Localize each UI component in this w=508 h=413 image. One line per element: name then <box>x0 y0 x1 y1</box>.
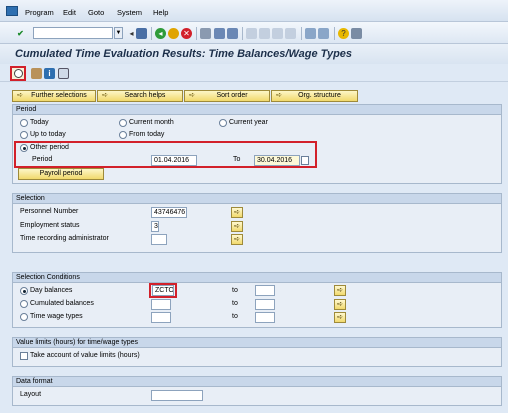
time-wage-types-input[interactable] <box>151 312 171 323</box>
day-balances-multiple-selection[interactable]: ➪ <box>334 285 346 296</box>
radio-from-today[interactable] <box>119 131 127 139</box>
radio-current-month[interactable] <box>119 119 127 127</box>
time-wage-types-to-input[interactable] <box>255 312 275 323</box>
exit-icon[interactable] <box>168 28 179 39</box>
page-title: Cumulated Time Evaluation Results: Time … <box>15 48 353 60</box>
label-personnel-number: Personnel Number <box>20 208 79 215</box>
payroll-period-button[interactable]: Payroll period <box>18 168 104 180</box>
shortcut-icon[interactable] <box>318 28 329 39</box>
layout-menu-icon[interactable] <box>351 28 362 39</box>
help-icon[interactable]: ? <box>338 28 349 39</box>
label-day-balances: Day balances <box>30 287 73 294</box>
calendar-icon[interactable] <box>301 156 309 165</box>
menu-bar: Program Edit Goto System Help <box>0 0 508 22</box>
label-day-balances-to: to <box>232 287 238 294</box>
period-from-input[interactable]: 01.04.2016 <box>151 155 197 166</box>
check-icon[interactable]: ✔ <box>15 28 26 39</box>
tab-search-helps[interactable]: ➪ Search helps <box>97 90 183 102</box>
save-icon[interactable] <box>136 28 147 39</box>
radio-other-period[interactable] <box>20 144 28 152</box>
label-from-today: From today <box>129 131 165 138</box>
label-other-period: Other period <box>30 144 69 151</box>
label-cumulated-balances: Cumulated balances <box>30 300 94 307</box>
info-icon[interactable]: i <box>44 68 55 79</box>
label-time-wage-types-to: to <box>232 313 238 320</box>
employment-status-multiple-selection[interactable]: ➪ <box>231 221 243 232</box>
sap-menu-icon[interactable] <box>6 6 18 16</box>
cumulated-balances-input[interactable] <box>151 299 171 310</box>
selection-header: Selection <box>12 193 502 204</box>
value-limits-header: Value limits (hours) for time/wage types <box>12 337 502 348</box>
label-time-wage-types: Time wage types <box>30 313 83 320</box>
print-icon[interactable] <box>200 28 211 39</box>
time-wage-types-multiple-selection[interactable]: ➪ <box>334 312 346 323</box>
radio-time-wage-types[interactable] <box>20 313 28 321</box>
label-cumulated-balances-to: to <box>232 300 238 307</box>
find-next-icon[interactable] <box>227 28 238 39</box>
menu-goto[interactable]: Goto <box>88 8 104 17</box>
execute-icon[interactable] <box>10 66 26 81</box>
time-admin-input[interactable] <box>151 234 167 245</box>
label-period: Period <box>32 156 53 163</box>
menu-edit[interactable]: Edit <box>63 8 76 17</box>
value-limits-checkbox[interactable] <box>20 352 28 360</box>
label-value-limits: Take account of value limits (hours) <box>30 352 140 359</box>
label-up-to-today: Up to today <box>30 131 66 138</box>
label-current-month: Current month <box>129 119 174 126</box>
time-admin-multiple-selection[interactable]: ➪ <box>231 234 243 245</box>
command-dropdown[interactable]: ▼ <box>114 27 123 39</box>
radio-cumulated-balances[interactable] <box>20 300 28 308</box>
personnel-number-input[interactable]: 43746476 <box>151 207 187 218</box>
radio-current-year[interactable] <box>219 119 227 127</box>
back-icon[interactable]: ◂ <box>155 28 166 39</box>
title-bar: Cumulated Time Evaluation Results: Time … <box>0 44 508 64</box>
find-icon[interactable] <box>214 28 225 39</box>
selection-options-icon[interactable] <box>58 68 69 79</box>
label-to: To <box>233 156 241 163</box>
data-format-header: Data format <box>12 376 502 387</box>
cumulated-balances-to-input[interactable] <box>255 299 275 310</box>
label-layout: Layout <box>20 391 42 398</box>
tab-sort-order[interactable]: ➪ Sort order <box>184 90 270 102</box>
previous-page-icon[interactable] <box>259 28 270 39</box>
first-page-icon[interactable] <box>246 28 257 39</box>
cancel-icon[interactable]: ✕ <box>181 28 192 39</box>
personnel-number-multiple-selection[interactable]: ➪ <box>231 207 243 218</box>
selection-conditions-header: Selection Conditions <box>12 272 502 283</box>
cumulated-balances-multiple-selection[interactable]: ➪ <box>334 299 346 310</box>
label-current-year: Current year <box>229 119 268 126</box>
label-today: Today <box>30 119 49 126</box>
variant-icon[interactable] <box>31 68 42 79</box>
system-toolbar: ✔ ▼ ◂ ◂ ✕ ? <box>0 22 508 44</box>
radio-day-balances[interactable] <box>20 287 28 295</box>
label-employment-status: Employment status <box>20 222 80 229</box>
employment-status-input[interactable]: 3 <box>151 221 159 232</box>
day-balances-input[interactable]: ZCTO <box>152 285 174 296</box>
menu-program[interactable]: Program <box>25 8 54 17</box>
last-page-icon[interactable] <box>285 28 296 39</box>
period-to-input[interactable]: 30.04.2016 <box>254 155 300 166</box>
label-time-admin: Time recording administrator <box>20 235 109 242</box>
radio-up-to-today[interactable] <box>20 131 28 139</box>
command-field[interactable] <box>33 27 113 39</box>
period-header: Period <box>12 104 502 115</box>
application-toolbar <box>0 64 508 82</box>
menu-help[interactable]: Help <box>153 8 168 17</box>
tab-org-structure[interactable]: ➪ Org. structure <box>271 90 358 102</box>
new-session-icon[interactable] <box>305 28 316 39</box>
next-page-icon[interactable] <box>272 28 283 39</box>
radio-today[interactable] <box>20 119 28 127</box>
layout-input[interactable] <box>151 390 203 401</box>
day-balances-to-input[interactable] <box>255 285 275 296</box>
menu-system[interactable]: System <box>117 8 142 17</box>
tab-further-selections[interactable]: ➪ Further selections <box>12 90 96 102</box>
